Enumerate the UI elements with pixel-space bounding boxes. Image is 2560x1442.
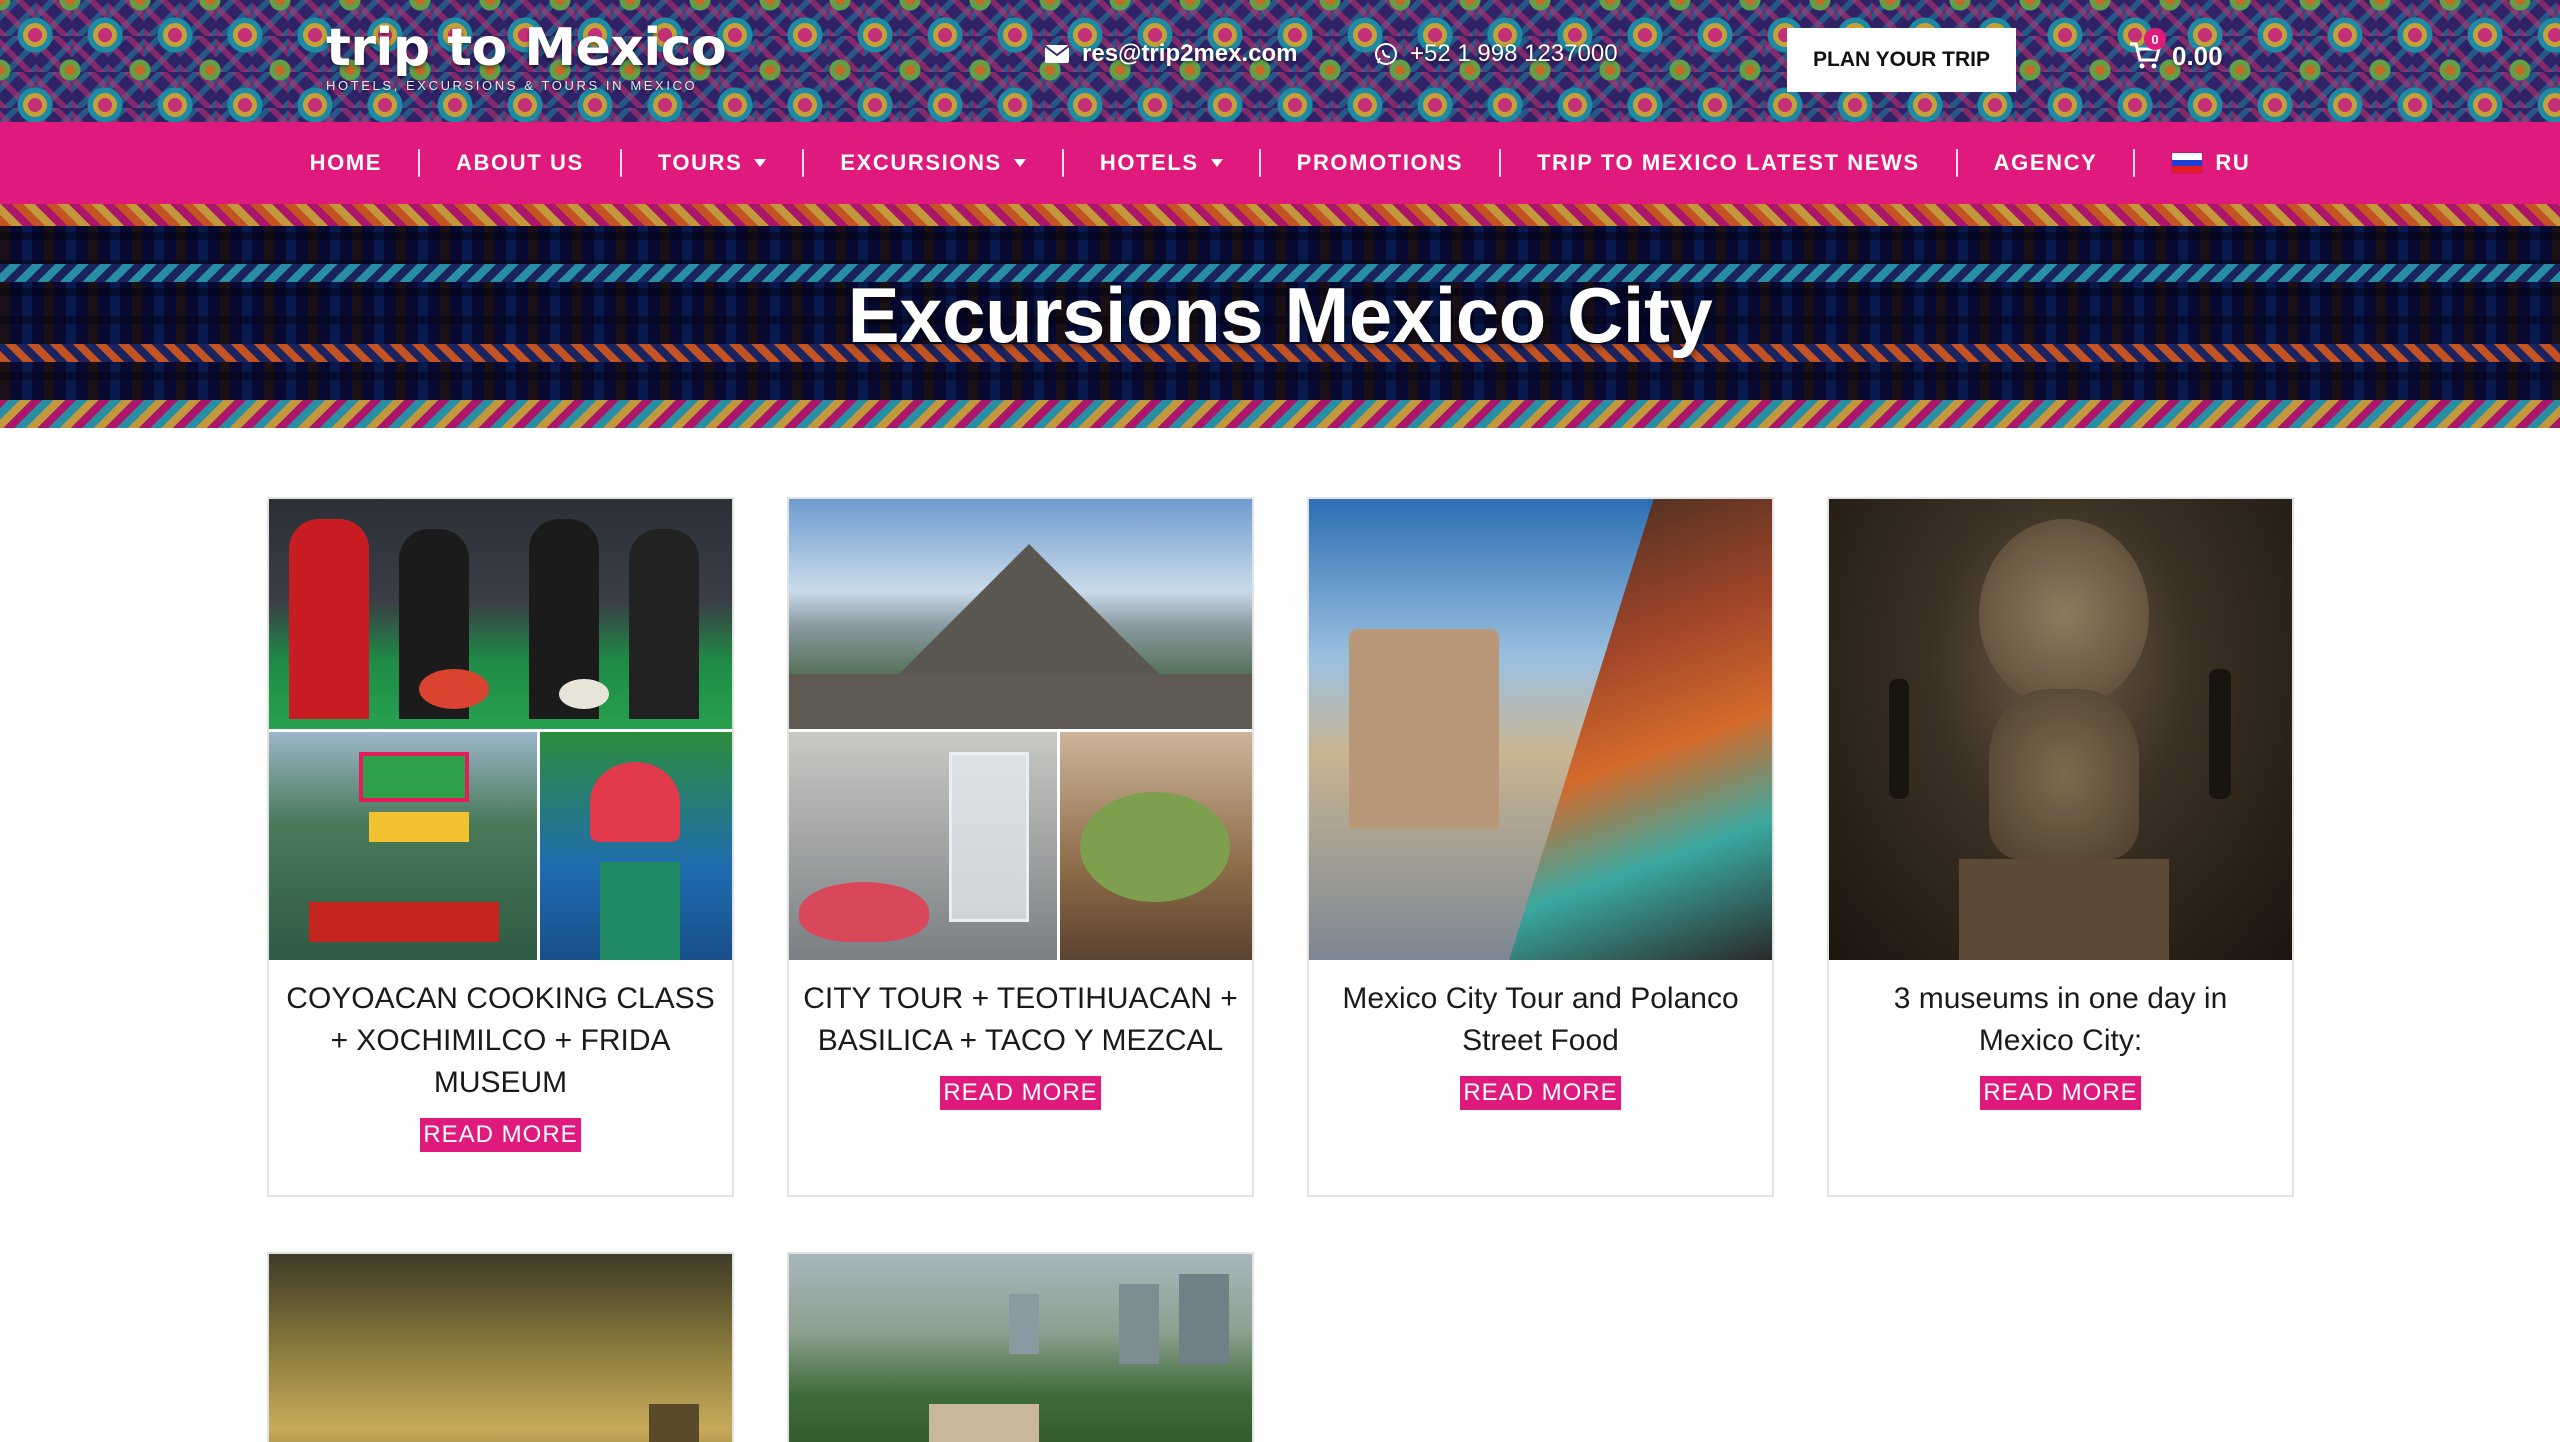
excursion-card[interactable]: Mexico City Tour and Polanco Street Food…	[1307, 497, 1774, 1197]
excursion-card[interactable]: CITY TOUR + TEOTIHUACAN + BASILICA + TAC…	[787, 497, 1254, 1197]
hero-pattern-stripe	[0, 400, 2560, 428]
excursion-image-collage[interactable]	[789, 499, 1252, 960]
russian-flag-icon	[2171, 152, 2204, 174]
nav-latest-news-label: TRIP TO MEXICO LATEST NEWS	[1537, 150, 1920, 175]
hero-pattern-stripe	[0, 204, 2560, 226]
nav-agency-label: AGENCY	[1993, 150, 2098, 175]
language-label: RU	[2215, 150, 2251, 175]
logo-tagline: HOTELS, EXCURSIONS & TOURS IN MEXICO	[326, 78, 698, 93]
nav-tours[interactable]: TOURS	[622, 122, 803, 204]
excursion-card[interactable]: COYOACAN COOKING CLASS + XOCHIMILCO + FR…	[267, 497, 734, 1197]
nav-home[interactable]: HOME	[274, 122, 418, 204]
excursion-card[interactable]	[787, 1252, 1254, 1442]
chevron-down-icon	[1013, 159, 1026, 167]
excursion-title[interactable]: COYOACAN COOKING CLASS + XOCHIMILCO + FR…	[269, 978, 732, 1104]
cart-total: 0.00	[2172, 40, 2223, 71]
nav-latest-news[interactable]: TRIP TO MEXICO LATEST NEWS	[1501, 122, 1956, 204]
nav-excursions[interactable]: EXCURSIONS	[804, 122, 1061, 204]
language-switcher[interactable]: RU	[2135, 122, 2286, 204]
read-more-button[interactable]: READ MORE	[420, 1118, 581, 1152]
nav-promotions-label: PROMOTIONS	[1296, 150, 1464, 175]
nav-home-label: HOME	[309, 150, 383, 175]
nav-agency[interactable]: AGENCY	[1958, 122, 2134, 204]
plan-your-trip-button[interactable]: PLAN YOUR TRIP	[1787, 28, 2016, 92]
logo-text: trip to Mexico	[326, 18, 727, 78]
phone-link[interactable]: +52 1 998 1237000	[1374, 40, 1618, 68]
read-more-button[interactable]: READ MORE	[1460, 1076, 1621, 1110]
excursion-title[interactable]: 3 museums in one day in Mexico City:	[1829, 978, 2292, 1062]
excursion-image[interactable]	[269, 1254, 732, 1442]
cart-count-badge: 0	[2144, 28, 2166, 50]
excursion-image-collage[interactable]	[1309, 499, 1772, 960]
read-more-button[interactable]: READ MORE	[940, 1076, 1101, 1110]
email-text: res@trip2mex.com	[1082, 40, 1298, 67]
excursion-image[interactable]	[1829, 499, 2292, 960]
cart-icon: 0	[2128, 28, 2166, 72]
phone-text: +52 1 998 1237000	[1410, 40, 1618, 67]
page-title: Excursions Mexico City	[847, 271, 1713, 359]
site-logo[interactable]: trip to Mexico HOTELS, EXCURSIONS & TOUR…	[326, 18, 727, 93]
main-navigation: HOME ABOUT US TOURS EXCURSIONS HOTELS PR…	[0, 122, 2560, 204]
excursion-card[interactable]: 3 museums in one day in Mexico City: REA…	[1827, 497, 2294, 1197]
whatsapp-icon	[1374, 42, 1398, 66]
nav-tours-label: TOURS	[657, 150, 743, 175]
nav-hotels-label: HOTELS	[1099, 150, 1199, 175]
excursion-title[interactable]: CITY TOUR + TEOTIHUACAN + BASILICA + TAC…	[789, 978, 1252, 1062]
nav-hotels[interactable]: HOTELS	[1064, 122, 1259, 204]
nav-promotions[interactable]: PROMOTIONS	[1261, 122, 1499, 204]
read-more-button[interactable]: READ MORE	[1980, 1076, 2141, 1110]
cart-button[interactable]: 0 0.00	[2128, 28, 2223, 72]
hero-banner: Excursions Mexico City	[0, 204, 2560, 428]
excursion-title[interactable]: Mexico City Tour and Polanco Street Food	[1309, 978, 1772, 1062]
nav-excursions-label: EXCURSIONS	[840, 150, 1002, 175]
excursion-image-collage[interactable]	[269, 499, 732, 960]
nav-about-us-label: ABOUT US	[456, 150, 584, 175]
nav-about-us[interactable]: ABOUT US	[420, 122, 620, 204]
excursion-image[interactable]	[789, 1254, 1252, 1442]
email-link[interactable]: res@trip2mex.com	[1044, 40, 1298, 68]
envelope-icon	[1044, 44, 1070, 64]
excursion-card[interactable]	[267, 1252, 734, 1442]
chevron-down-icon	[1210, 159, 1223, 167]
chevron-down-icon	[754, 159, 767, 167]
